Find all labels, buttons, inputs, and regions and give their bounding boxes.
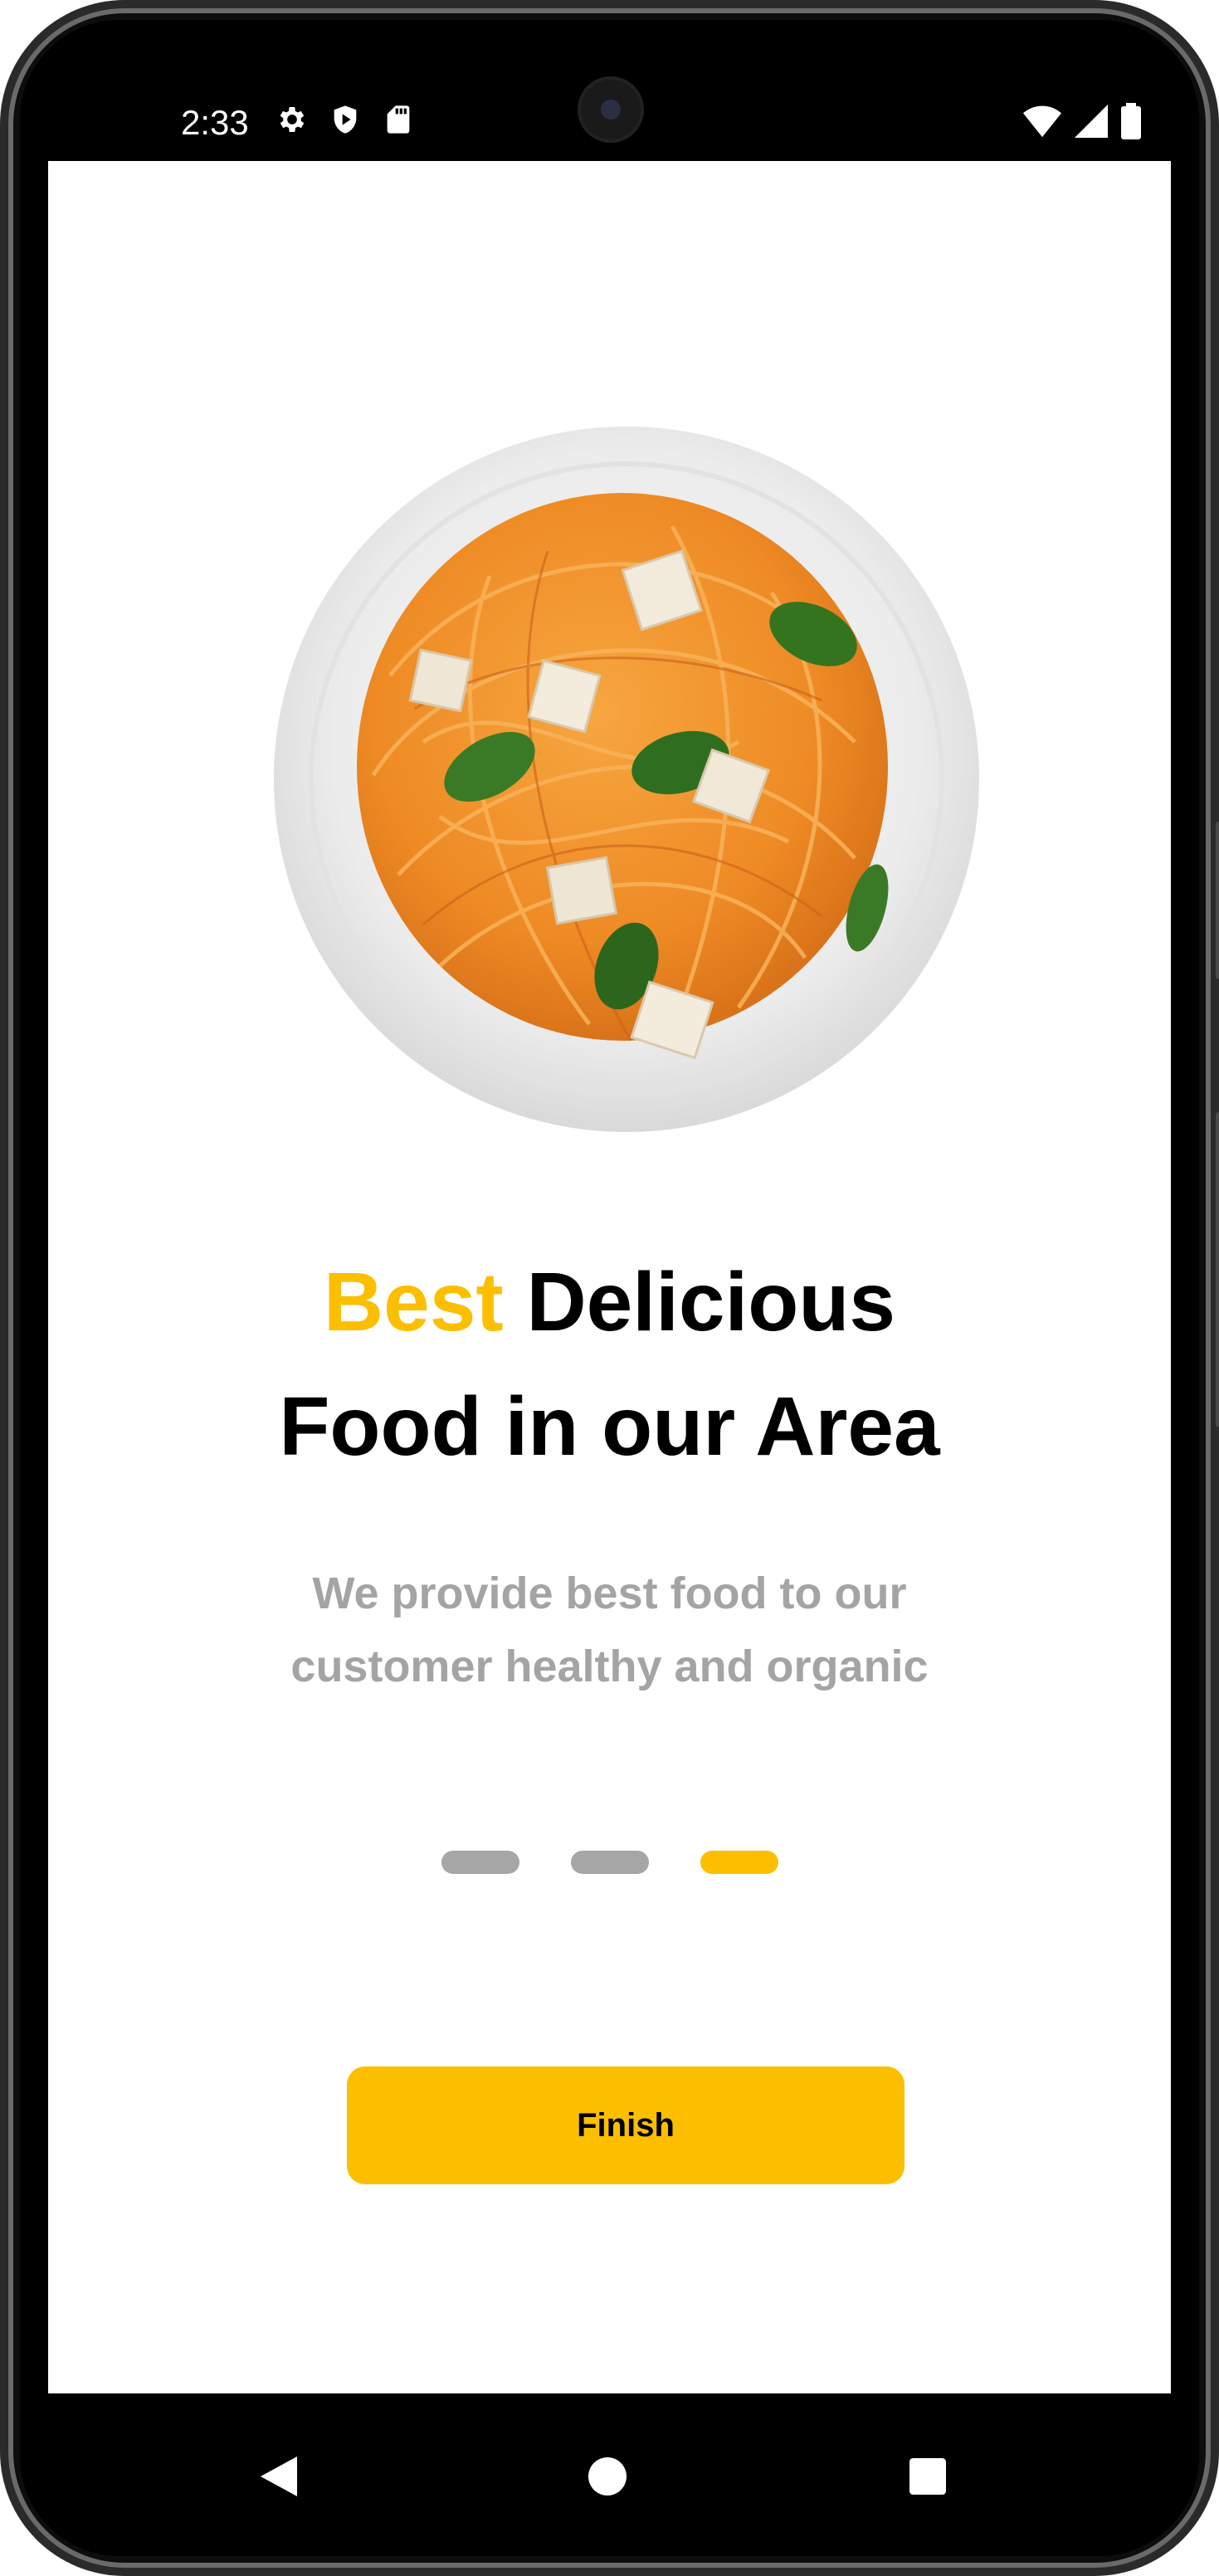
- page-title: Best Delicious Food in our Area: [48, 1240, 1171, 1489]
- wifi-icon: [1023, 105, 1061, 142]
- page-subtitle: We provide best food to our customer hea…: [48, 1557, 1171, 1703]
- volume-button: [1216, 822, 1219, 979]
- gear-icon: [275, 103, 309, 140]
- status-icons-left: [275, 103, 415, 140]
- screen: 2:33 Best Delicious Food in our Area We …: [20, 20, 1199, 2556]
- subtitle-line-2: customer healthy and organic: [290, 1642, 929, 1691]
- title-line-2: Food in our Area: [279, 1380, 940, 1473]
- title-accent: Best: [323, 1256, 504, 1349]
- recents-icon[interactable]: [903, 2452, 953, 2501]
- subtitle-line-1: We provide best food to our: [312, 1569, 907, 1618]
- power-button: [1216, 1112, 1219, 1427]
- page-indicator: [48, 1851, 1171, 1874]
- home-icon[interactable]: [583, 2452, 632, 2501]
- title-rest: Delicious: [526, 1256, 896, 1349]
- cell-signal-icon: [1075, 105, 1108, 142]
- shield-play-icon: [329, 103, 362, 140]
- front-camera: [578, 76, 644, 143]
- page-dot-1[interactable]: [441, 1851, 519, 1874]
- system-nav-bar: [20, 2393, 1199, 2556]
- pasta-dish-image: [274, 427, 979, 1132]
- page-dot-2[interactable]: [570, 1851, 649, 1874]
- status-icons-right: [1023, 103, 1141, 144]
- finish-button[interactable]: Finish: [347, 2066, 904, 2184]
- battery-icon: [1121, 103, 1141, 144]
- page-dot-3[interactable]: [700, 1851, 778, 1874]
- status-time: 2:33: [181, 103, 249, 142]
- onboarding-page: Best Delicious Food in our Area We provi…: [48, 161, 1171, 2413]
- sd-card-icon: [382, 103, 415, 140]
- back-icon[interactable]: [254, 2452, 304, 2501]
- phone-frame: 2:33 Best Delicious Food in our Area We …: [0, 0, 1219, 2576]
- status-bar: 2:33: [20, 20, 1199, 161]
